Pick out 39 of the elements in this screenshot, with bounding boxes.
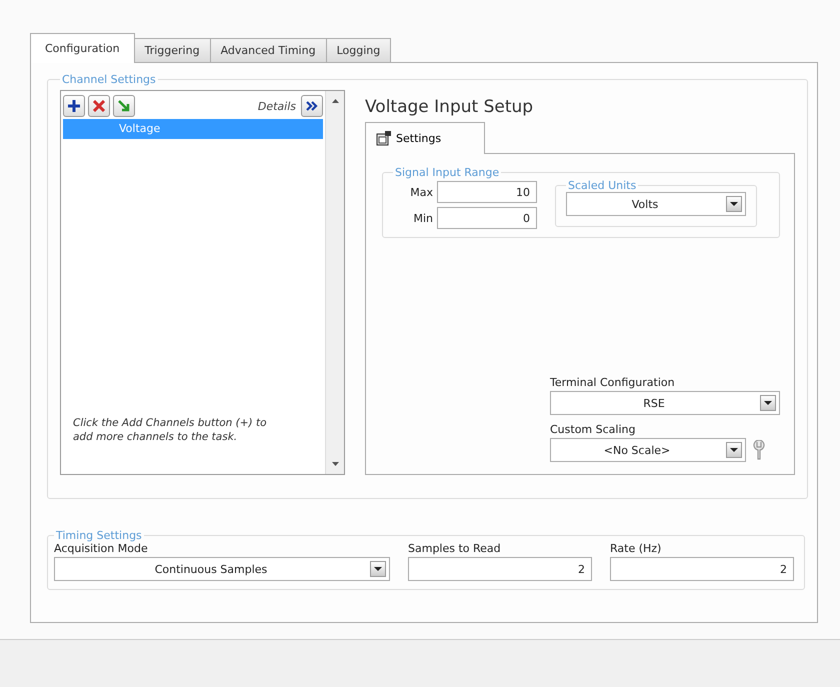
- tab[interactable]: Logging: [326, 38, 392, 62]
- field-label: Custom Scaling: [550, 423, 636, 436]
- setup-title: Voltage Input Setup: [365, 96, 534, 119]
- channel-tool-button[interactable]: [113, 95, 135, 117]
- group-title: Signal Input Range: [394, 166, 500, 179]
- plus-icon: [68, 100, 80, 112]
- scrollbar[interactable]: [325, 91, 344, 474]
- samples-field[interactable]: 2: [408, 557, 592, 581]
- field-label: Samples to Read: [408, 542, 502, 555]
- tab[interactable]: Configuration: [30, 33, 135, 63]
- custom-scaling-dropdown[interactable]: <No Scale>: [550, 438, 746, 462]
- field-label: Rate (Hz): [610, 542, 662, 555]
- close-icon: [93, 100, 105, 112]
- down-arrow-icon: [332, 462, 338, 466]
- terminal-config-dropdown[interactable]: RSE: [550, 391, 780, 415]
- details-button[interactable]: [301, 95, 323, 117]
- group-title: Scaled Units: [567, 179, 638, 192]
- hint-text: Click the Add Channels button (+) to add more channels to the task.: [73, 416, 268, 444]
- remove-channel-button[interactable]: [88, 95, 110, 117]
- up-arrow-icon: [332, 99, 338, 103]
- settings-tab[interactable]: Settings: [365, 122, 485, 154]
- rate-field[interactable]: 2: [610, 557, 794, 581]
- min-label: Min: [412, 212, 433, 224]
- tab[interactable]: Advanced Timing: [210, 38, 327, 62]
- field-label: Acquisition Mode: [54, 542, 149, 555]
- double-chevron-icon: [306, 100, 318, 112]
- field-label: Terminal Configuration: [550, 376, 676, 389]
- group-title: Timing Settings: [55, 529, 143, 542]
- tab[interactable]: Triggering: [134, 38, 211, 62]
- arrow-icon: [118, 100, 130, 112]
- group-title: Channel Settings: [61, 73, 157, 86]
- acquisition-mode-dropdown[interactable]: Continuous Samples: [54, 557, 390, 581]
- settings-icon: [376, 131, 392, 146]
- add-channel-button[interactable]: [63, 95, 85, 117]
- max-label: Max: [409, 186, 433, 198]
- min-field[interactable]: 0: [437, 207, 537, 229]
- details-label: Details: [258, 100, 296, 112]
- max-field[interactable]: 10: [437, 181, 537, 203]
- units-dropdown[interactable]: Volts: [566, 192, 746, 216]
